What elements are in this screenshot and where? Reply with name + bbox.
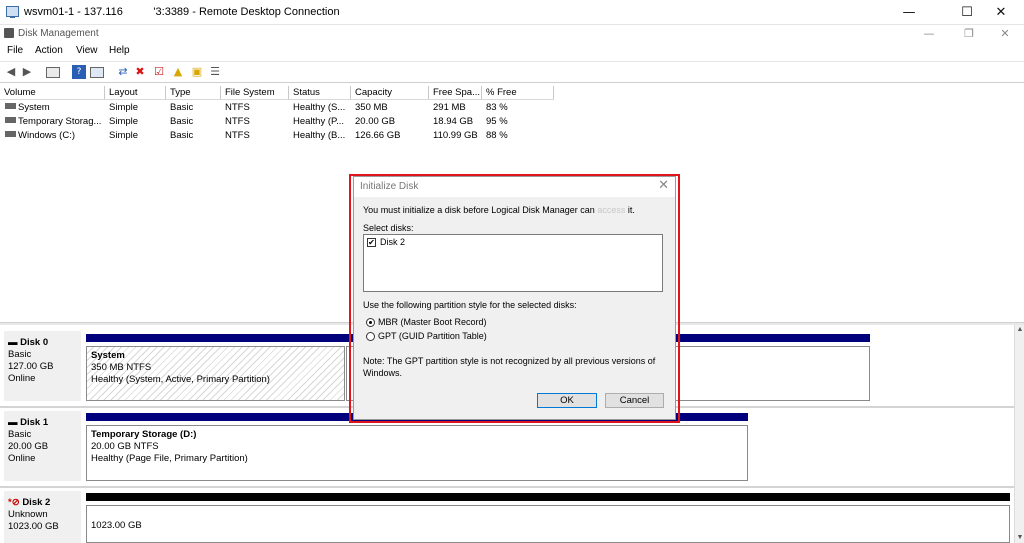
col-status[interactable]: Status bbox=[289, 86, 351, 100]
layout-cell: Simple bbox=[109, 130, 139, 141]
connect-icon[interactable]: ⇄ bbox=[116, 65, 130, 79]
select-disks-label: Select disks: bbox=[363, 223, 414, 233]
fs-cell: NTFS bbox=[225, 102, 250, 113]
capacity-cell: 126.66 GB bbox=[355, 130, 401, 141]
dialog-title: Initialize Disk bbox=[360, 181, 419, 192]
properties-icon[interactable] bbox=[90, 67, 104, 78]
menu-file[interactable]: File bbox=[7, 45, 23, 56]
volume-cell: Windows (C:) bbox=[2, 129, 105, 143]
scroll-up-icon[interactable]: ▲ bbox=[1015, 325, 1024, 335]
disk-icon: ▬ bbox=[8, 337, 18, 348]
system-partition[interactable]: System 350 MB NTFS Healthy (System, Acti… bbox=[86, 346, 345, 401]
free-cell: 110.99 GB bbox=[433, 130, 478, 141]
disk-1-label[interactable]: ▬ Disk 1 Basic 20.00 GB Online bbox=[4, 411, 81, 481]
app-title-bar: Disk Management — ❐ ✕ bbox=[0, 26, 1024, 42]
disk-2-item-label[interactable]: Disk 2 bbox=[380, 237, 405, 247]
rdp-minimize-button[interactable]: — bbox=[886, 0, 932, 25]
partition-style-label: Use the following partition style for th… bbox=[363, 300, 577, 310]
scroll-down-icon[interactable]: ▼ bbox=[1015, 533, 1024, 543]
menu-bar: File Action View Help bbox=[0, 43, 1024, 59]
disk-selection-list[interactable]: ✔ Disk 2 bbox=[363, 234, 663, 292]
up-folder-icon[interactable]: ▲ bbox=[171, 65, 185, 79]
menu-action[interactable]: Action bbox=[35, 45, 63, 56]
gpt-label[interactable]: GPT (GUID Partition Table) bbox=[378, 331, 487, 341]
gpt-note-line2: Windows. bbox=[363, 368, 403, 378]
menu-help[interactable]: Help bbox=[109, 45, 130, 56]
rdp-window-title: wsvm01-1 - 137.116 '3:3389 - Remote Desk… bbox=[24, 6, 340, 18]
gpt-note-line1: Note: The GPT partition style is not rec… bbox=[363, 356, 656, 366]
percent-cell: 95 % bbox=[486, 116, 508, 127]
col-free-space[interactable]: Free Spa... bbox=[429, 86, 482, 100]
col-volume[interactable]: Volume bbox=[0, 86, 105, 100]
toolbar: ◀ ▶ ? ⇄ ✖ ☑ ▲ ▣ ☰ bbox=[0, 61, 1024, 83]
capacity-cell: 350 MB bbox=[355, 102, 388, 113]
table-row[interactable]: System Simple Basic NTFS Healthy (S... 3… bbox=[0, 101, 554, 115]
dialog-title-bar: Initialize Disk ✕ bbox=[354, 177, 675, 197]
mbr-label[interactable]: MBR (Master Boot Record) bbox=[378, 317, 487, 327]
percent-cell: 83 % bbox=[486, 102, 508, 113]
col-layout[interactable]: Layout bbox=[105, 86, 166, 100]
type-cell: Basic bbox=[170, 116, 194, 127]
drive-icon bbox=[5, 103, 16, 109]
ok-button[interactable]: OK bbox=[537, 393, 597, 408]
menu-view[interactable]: View bbox=[76, 45, 98, 56]
drive-icon bbox=[5, 117, 16, 123]
mbr-radio[interactable] bbox=[366, 318, 375, 327]
fs-cell: NTFS bbox=[225, 130, 250, 141]
volume-cell: System bbox=[2, 101, 105, 115]
table-row[interactable]: Windows (C:) Simple Basic NTFS Healthy (… bbox=[0, 129, 554, 143]
app-close-button[interactable]: ✕ bbox=[982, 26, 1024, 42]
percent-cell: 88 % bbox=[486, 130, 508, 141]
disk-0-label[interactable]: ▬ Disk 0 Basic 127.00 GB Online bbox=[4, 331, 81, 401]
help-icon[interactable]: ? bbox=[72, 65, 86, 79]
list-icon[interactable]: ☰ bbox=[208, 65, 222, 79]
volume-list-header: Volume Layout Type File System Status Ca… bbox=[0, 86, 554, 100]
forward-icon[interactable]: ▶ bbox=[20, 65, 34, 79]
status-cell: Healthy (S... bbox=[293, 102, 346, 113]
disk-icon: ▬ bbox=[8, 417, 18, 428]
check-icon[interactable]: ☑ bbox=[152, 65, 166, 79]
layout-cell: Simple bbox=[109, 102, 139, 113]
table-row[interactable]: Temporary Storag... Simple Basic NTFS He… bbox=[0, 115, 554, 129]
unallocated-partition[interactable]: 1023.00 GB bbox=[86, 505, 1010, 543]
disk-view-scrollbar[interactable]: ▲ ▼ bbox=[1014, 325, 1024, 543]
drive-icon bbox=[5, 131, 16, 137]
dialog-close-button[interactable]: ✕ bbox=[658, 178, 669, 193]
rdp-close-button[interactable]: ✕ bbox=[978, 0, 1024, 25]
cancel-button[interactable]: Cancel bbox=[605, 393, 664, 408]
back-icon[interactable]: ◀ bbox=[4, 65, 18, 79]
col-capacity[interactable]: Capacity bbox=[351, 86, 429, 100]
disk-separator bbox=[0, 486, 1014, 488]
type-cell: Basic bbox=[170, 102, 194, 113]
fs-cell: NTFS bbox=[225, 116, 250, 127]
type-cell: Basic bbox=[170, 130, 194, 141]
rescan-icon[interactable]: ▣ bbox=[190, 65, 204, 79]
status-cell: Healthy (P... bbox=[293, 116, 345, 127]
col-type[interactable]: Type bbox=[166, 86, 221, 100]
disk-2-bar bbox=[86, 493, 1010, 501]
disk-management-icon bbox=[4, 28, 14, 38]
temporary-storage-partition[interactable]: Temporary Storage (D:) 20.00 GB NTFS Hea… bbox=[86, 425, 748, 481]
status-cell: Healthy (B... bbox=[293, 130, 346, 141]
disk-2-label[interactable]: *⊘ Disk 2 Unknown 1023.00 GB bbox=[4, 491, 81, 543]
remote-desktop-icon bbox=[6, 6, 19, 18]
unknown-disk-icon: *⊘ bbox=[8, 497, 20, 508]
free-cell: 18.94 GB bbox=[433, 116, 474, 127]
free-cell: 291 MB bbox=[433, 102, 466, 113]
rdp-title-bar: wsvm01-1 - 137.116 '3:3389 - Remote Desk… bbox=[0, 0, 1024, 25]
layout-cell: Simple bbox=[109, 116, 139, 127]
delete-icon[interactable]: ✖ bbox=[133, 65, 147, 79]
disk-2-checkbox[interactable]: ✔ bbox=[367, 238, 376, 247]
capacity-cell: 20.00 GB bbox=[355, 116, 396, 127]
gpt-radio[interactable] bbox=[366, 332, 375, 341]
volume-cell: Temporary Storag... bbox=[2, 115, 105, 129]
app-title: Disk Management bbox=[18, 28, 99, 39]
initialize-disk-dialog: Initialize Disk ✕ You must initialize a … bbox=[353, 176, 676, 420]
col-percent-free[interactable]: % Free bbox=[482, 86, 554, 100]
dialog-intro: You must initialize a disk before Logica… bbox=[363, 205, 635, 215]
col-file-system[interactable]: File System bbox=[221, 86, 289, 100]
console-icon[interactable] bbox=[46, 67, 60, 78]
